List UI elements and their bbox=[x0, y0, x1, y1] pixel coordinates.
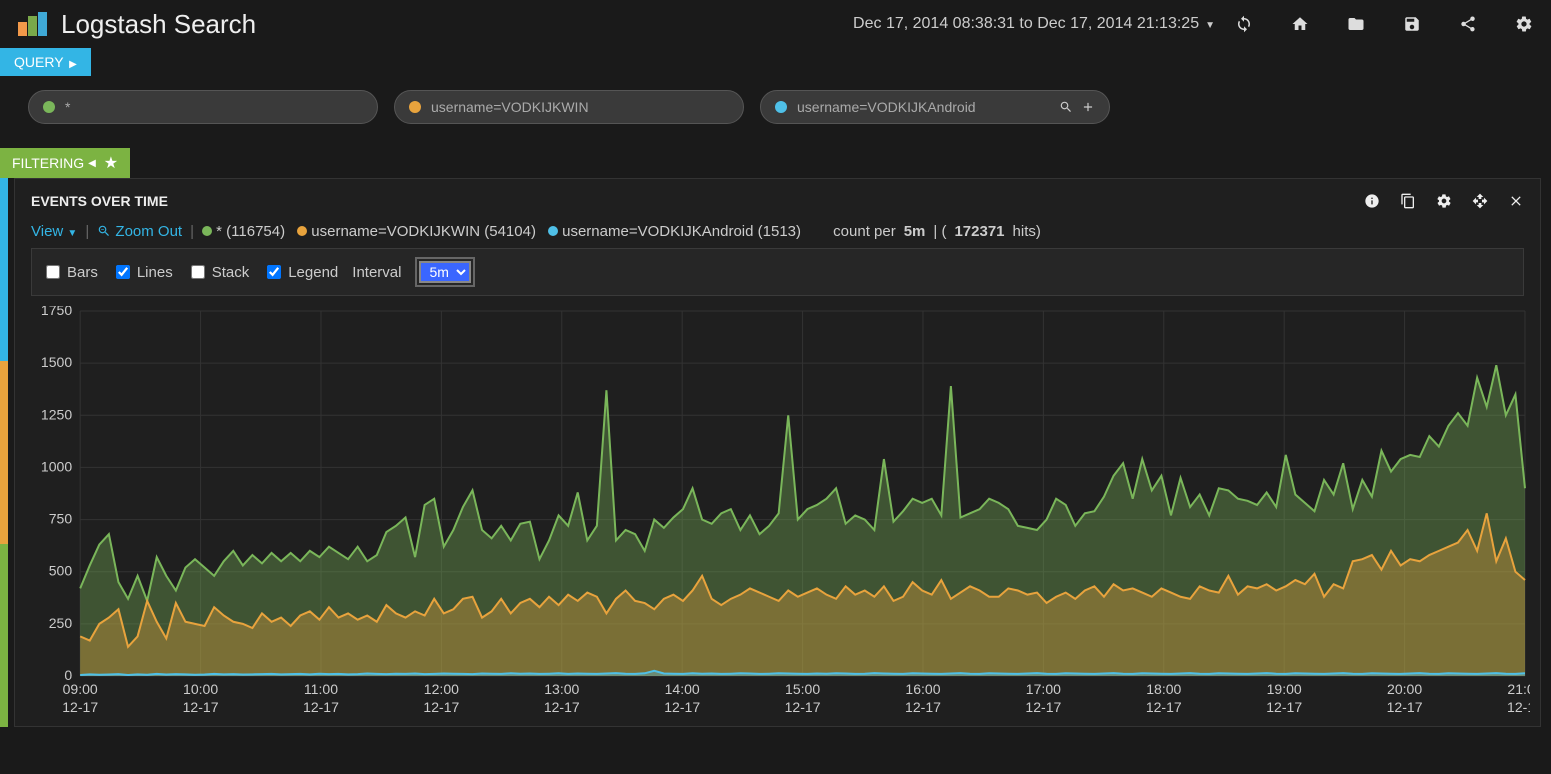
svg-text:12-17: 12-17 bbox=[1146, 699, 1182, 715]
panel-title: EVENTS OVER TIME bbox=[31, 193, 168, 209]
svg-text:1750: 1750 bbox=[41, 306, 72, 318]
svg-text:16:00: 16:00 bbox=[905, 681, 940, 697]
interval-label: Interval bbox=[352, 264, 401, 281]
svg-text:09:00: 09:00 bbox=[63, 681, 98, 697]
app-logo bbox=[18, 12, 47, 36]
svg-text:12-17: 12-17 bbox=[183, 699, 219, 715]
svg-text:12-17: 12-17 bbox=[544, 699, 580, 715]
legend-item[interactable]: username=VODKIJKAndroid (1513) bbox=[548, 223, 801, 240]
svg-text:1500: 1500 bbox=[41, 354, 72, 370]
query-pill[interactable]: * bbox=[28, 90, 378, 124]
query-tab[interactable]: QUERY ▶ bbox=[0, 48, 91, 76]
svg-text:11:00: 11:00 bbox=[304, 681, 338, 697]
stack-checkbox[interactable]: Stack bbox=[187, 262, 250, 282]
svg-text:17:00: 17:00 bbox=[1026, 681, 1061, 697]
share-icon[interactable] bbox=[1459, 15, 1477, 33]
legend-checkbox[interactable]: Legend bbox=[263, 262, 338, 282]
svg-text:18:00: 18:00 bbox=[1146, 681, 1181, 697]
dot-icon bbox=[43, 101, 55, 113]
star-icon[interactable]: ★ bbox=[104, 153, 118, 173]
svg-text:12-17: 12-17 bbox=[905, 699, 941, 715]
svg-text:12-17: 12-17 bbox=[1387, 699, 1423, 715]
svg-text:12:00: 12:00 bbox=[424, 681, 459, 697]
svg-text:1000: 1000 bbox=[41, 458, 72, 474]
info-icon[interactable] bbox=[1364, 193, 1380, 209]
home-icon[interactable] bbox=[1291, 15, 1309, 33]
copy-icon[interactable] bbox=[1400, 193, 1416, 209]
dot-icon bbox=[775, 101, 787, 113]
gear-icon[interactable] bbox=[1515, 15, 1533, 33]
open-icon[interactable] bbox=[1347, 15, 1365, 33]
svg-text:750: 750 bbox=[49, 511, 73, 527]
svg-text:12-17: 12-17 bbox=[62, 699, 98, 715]
plus-icon[interactable] bbox=[1081, 100, 1095, 114]
legend-item[interactable]: username=VODKIJKWIN (54104) bbox=[297, 223, 536, 240]
bars-checkbox[interactable]: Bars bbox=[42, 262, 98, 282]
query-pill[interactable]: username=VODKIJKAndroid bbox=[760, 90, 1110, 124]
svg-text:1250: 1250 bbox=[41, 406, 72, 422]
close-icon[interactable] bbox=[1508, 193, 1524, 209]
query-pill[interactable]: username=VODKIJKWIN bbox=[394, 90, 744, 124]
app-title: Logstash Search bbox=[61, 9, 256, 40]
svg-text:12-17: 12-17 bbox=[423, 699, 459, 715]
gear-icon[interactable] bbox=[1436, 193, 1452, 209]
interval-select[interactable]: 5m bbox=[419, 261, 471, 283]
svg-text:12-17: 12-17 bbox=[664, 699, 700, 715]
svg-text:19:00: 19:00 bbox=[1267, 681, 1302, 697]
save-icon[interactable] bbox=[1403, 15, 1421, 33]
svg-text:13:00: 13:00 bbox=[544, 681, 579, 697]
svg-text:21:00: 21:00 bbox=[1507, 681, 1530, 697]
filtering-tab[interactable]: FILTERING ◀ ★ bbox=[0, 148, 130, 178]
move-icon[interactable] bbox=[1472, 193, 1488, 209]
zoom-out-button[interactable]: Zoom Out bbox=[97, 223, 182, 240]
svg-text:10:00: 10:00 bbox=[183, 681, 218, 697]
time-range-picker[interactable]: Dec 17, 2014 08:38:31 to Dec 17, 2014 21… bbox=[853, 15, 1215, 33]
lines-checkbox[interactable]: Lines bbox=[112, 262, 173, 282]
side-color-stripes bbox=[0, 178, 8, 727]
svg-text:12-17: 12-17 bbox=[1025, 699, 1061, 715]
view-dropdown[interactable]: View ▼ bbox=[31, 223, 77, 240]
svg-text:12-17: 12-17 bbox=[1266, 699, 1302, 715]
svg-text:15:00: 15:00 bbox=[785, 681, 820, 697]
svg-text:20:00: 20:00 bbox=[1387, 681, 1422, 697]
svg-text:12-17: 12-17 bbox=[1507, 699, 1530, 715]
events-over-time-chart[interactable]: 0250500750100012501500175009:0012-1710:0… bbox=[25, 306, 1530, 726]
svg-text:12-17: 12-17 bbox=[303, 699, 339, 715]
svg-text:14:00: 14:00 bbox=[665, 681, 700, 697]
svg-text:500: 500 bbox=[49, 563, 73, 579]
search-icon[interactable] bbox=[1059, 100, 1073, 114]
dot-icon bbox=[409, 101, 421, 113]
svg-text:250: 250 bbox=[49, 615, 73, 631]
refresh-icon[interactable] bbox=[1235, 15, 1253, 33]
legend-item[interactable]: * (116754) bbox=[202, 223, 285, 240]
svg-text:12-17: 12-17 bbox=[785, 699, 821, 715]
